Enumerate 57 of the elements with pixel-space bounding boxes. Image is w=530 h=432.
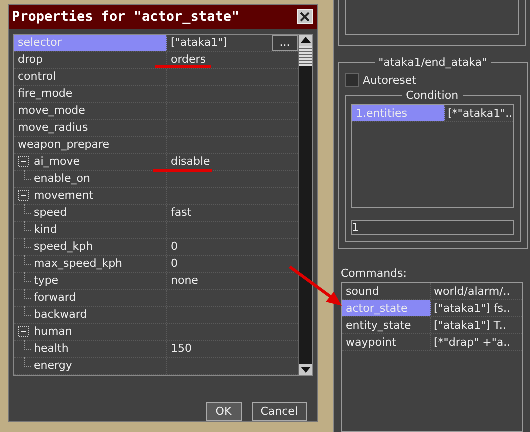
property-name[interactable]: health xyxy=(14,340,167,357)
property-name[interactable]: move_mode xyxy=(14,102,167,119)
autoreset-checkbox[interactable] xyxy=(345,73,359,87)
checkbox-label: Autoreset xyxy=(363,74,416,86)
browse-button[interactable]: ... xyxy=(272,34,298,51)
property-name[interactable]: kind xyxy=(14,222,167,238)
property-value[interactable]: 0 xyxy=(171,240,178,254)
scrollbar[interactable] xyxy=(298,34,312,375)
collapse-icon[interactable] xyxy=(18,190,29,202)
cancel-button[interactable]: Cancel xyxy=(252,402,307,421)
property-value[interactable]: 0 xyxy=(171,257,178,270)
property-name[interactable]: fire_mode xyxy=(14,86,167,102)
property-name[interactable]: human xyxy=(14,324,167,340)
collapse-icon[interactable] xyxy=(18,326,29,338)
commands-label: Commands: xyxy=(341,267,408,280)
command-value[interactable]: ["ataka1"] fs.. xyxy=(431,300,511,316)
condition-value[interactable]: [*"ataka1".. xyxy=(445,105,513,121)
property-name[interactable]: energy xyxy=(14,358,167,374)
scroll-down-icon[interactable] xyxy=(299,364,312,375)
property-name[interactable]: backward xyxy=(14,306,167,323)
command-name[interactable]: entity_state xyxy=(342,317,431,333)
property-value[interactable]: disable xyxy=(171,155,210,168)
ok-button[interactable]: OK xyxy=(206,402,242,421)
property-name[interactable]: control xyxy=(14,68,167,85)
close-button[interactable] xyxy=(297,9,313,24)
property-name[interactable]: speed_kph xyxy=(14,238,167,255)
property-name[interactable]: movement xyxy=(14,188,167,204)
scroll-thumb[interactable] xyxy=(299,46,312,66)
annotation-underline xyxy=(155,66,211,68)
collapse-icon[interactable] xyxy=(18,156,29,168)
command-name[interactable]: sound xyxy=(342,283,431,299)
property-name[interactable]: max_speed_kph xyxy=(14,256,167,272)
window-title: Properties for "actor_state" xyxy=(12,8,240,25)
command-value[interactable]: world/alarm/.. xyxy=(431,283,510,299)
property-value[interactable]: none xyxy=(171,274,198,288)
property-value[interactable]: fast xyxy=(171,206,192,220)
property-name[interactable]: drop xyxy=(14,52,167,68)
command-value[interactable]: ["ataka1"] T.. xyxy=(431,317,506,333)
group-title: Condition xyxy=(405,89,460,102)
property-name[interactable]: type xyxy=(14,272,167,289)
scroll-up-icon[interactable] xyxy=(299,34,312,46)
command-value[interactable]: [*"drap" +"a.. xyxy=(431,334,511,350)
command-name[interactable]: waypoint xyxy=(342,334,431,350)
property-name[interactable]: forward xyxy=(14,290,167,306)
property-value[interactable]: 150 xyxy=(171,342,192,356)
property-name[interactable]: ai_move xyxy=(14,154,167,170)
property-name[interactable]: move_radius xyxy=(14,120,167,136)
annotation-underline xyxy=(153,170,212,172)
annotation-arrow xyxy=(289,266,342,306)
property-value[interactable]: orders xyxy=(171,53,206,66)
property-name[interactable]: speed xyxy=(14,204,167,221)
property-value[interactable]: ["ataka1"] xyxy=(171,36,228,50)
property-name[interactable]: enable_on xyxy=(14,170,167,187)
property-name[interactable]: weapon_prepare xyxy=(14,136,167,153)
close-icon xyxy=(300,12,310,22)
input-field[interactable]: 1 xyxy=(351,220,514,235)
group-title: "ataka1/end_ataka" xyxy=(378,56,488,69)
